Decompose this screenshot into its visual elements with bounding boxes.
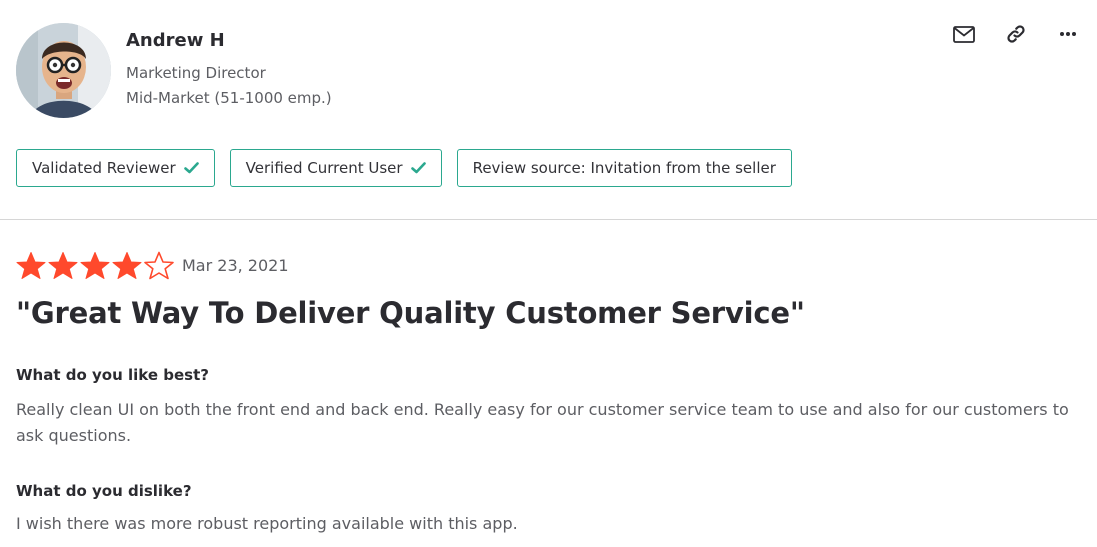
review-actions — [951, 22, 1081, 46]
rating-row: Mar 23, 2021 — [16, 251, 289, 280]
star-empty-icon — [144, 251, 174, 280]
badge-label: Verified Current User — [245, 159, 403, 177]
badge-validated-reviewer: Validated Reviewer — [16, 149, 215, 187]
star-filled-icon — [80, 252, 110, 279]
badge-verified-current-user: Verified Current User — [229, 149, 442, 187]
star-filled-icon — [16, 252, 46, 279]
check-icon — [410, 162, 426, 174]
review-date: Mar 23, 2021 — [182, 256, 289, 275]
link-icon[interactable] — [1003, 22, 1029, 46]
badge-review-source: Review source: Invitation from the selle… — [456, 149, 792, 187]
check-icon — [183, 162, 199, 174]
more-dots-icon[interactable] — [1055, 22, 1081, 46]
reviewer-avatar — [16, 23, 111, 118]
review-title: "Great Way To Deliver Quality Customer S… — [16, 296, 805, 330]
reviewer-badges: Validated Reviewer Verified Current User… — [16, 149, 792, 187]
answer-like-best: Really clean UI on both the front end an… — [16, 400, 1069, 445]
reviewer-segment: Mid-Market (51-1000 emp.) — [126, 89, 332, 107]
question-dislike: What do you dislike? — [16, 482, 192, 500]
star-filled-icon — [48, 252, 78, 279]
avatar-photo — [16, 23, 111, 118]
badge-label: Validated Reviewer — [32, 159, 176, 177]
star-rating — [16, 251, 174, 280]
reviewer-name: Andrew H — [126, 30, 225, 51]
question-like-best: What do you like best? — [16, 366, 209, 384]
envelope-icon[interactable] — [951, 22, 977, 46]
answer-dislike: I wish there was more robust reporting a… — [16, 514, 518, 533]
reviewer-job-title: Marketing Director — [126, 64, 266, 82]
star-filled-icon — [112, 252, 142, 279]
section-divider — [0, 219, 1097, 220]
badge-label: Review source: Invitation from the selle… — [472, 159, 776, 177]
